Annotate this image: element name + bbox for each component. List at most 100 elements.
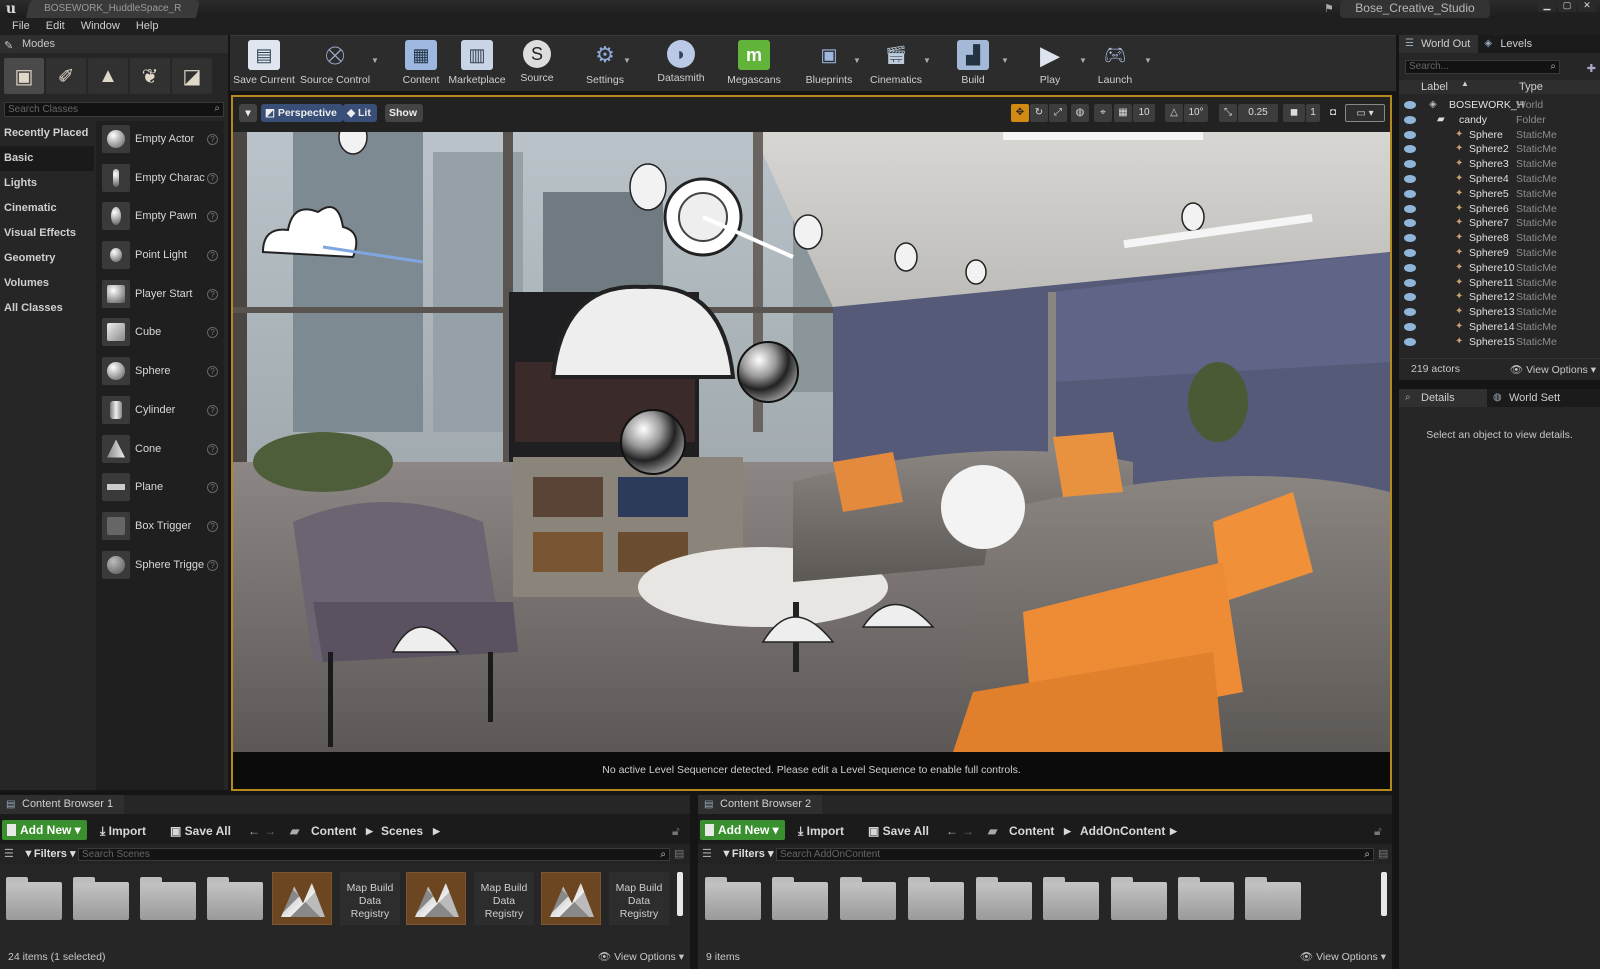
folder-item[interactable] [908,877,964,920]
category-basic[interactable]: Basic [0,146,94,171]
class-item-empty-character[interactable]: Empty Charac? [96,160,224,199]
visibility-eye-icon[interactable] [1404,145,1416,154]
chevron-down-icon[interactable]: ▼ [371,56,379,65]
tab-levels[interactable]: ◈ Levels [1478,35,1540,53]
maximize-button[interactable]: ▢ [1558,0,1576,12]
save-all-button[interactable]: ▣ Save All [868,824,929,838]
foliage-mode-icon[interactable]: ❦ [130,58,170,94]
outliner-row[interactable]: ✦ Sphere10 StaticMe [1399,262,1600,277]
datasmith-button[interactable]: ◗ Datasmith [652,38,710,90]
category-volumes[interactable]: Volumes [0,271,94,296]
map-build-data-registry-asset[interactable]: Map Build Data Registry [340,872,400,925]
path-content[interactable]: Content [1009,824,1054,838]
forward-arrow-icon[interactable]: → [264,824,276,838]
visibility-eye-icon[interactable] [1404,293,1416,302]
source-control-button[interactable]: ⛒ Source Control [300,38,370,90]
camera-speed-icon[interactable]: ◼ [1283,104,1305,122]
level-document-tab[interactable]: BOSEWORK_HuddleSpace_R [26,0,200,18]
outliner-row[interactable]: ✦ Sphere9 StaticMe [1399,247,1600,262]
level-viewport[interactable]: ▾ ◩ Perspective ◆ Lit Show ✥ ↻ ⤢ ◍ ⌖ ▦ 1… [231,95,1392,791]
class-item-sphere-trigger[interactable]: Sphere Trigge? [96,547,224,586]
maximize-viewport-icon[interactable]: ◘ [1326,104,1340,122]
content-browser-2-scrollbar[interactable] [1381,872,1387,916]
menu-file[interactable]: File [4,18,38,35]
chevron-down-icon[interactable]: ▼ [623,56,631,65]
tab-world-outliner[interactable]: ☰ World Out [1399,35,1479,53]
source-button[interactable]: S Source [516,38,558,90]
tab-content-browser-2[interactable]: ▤ Content Browser 2 [698,795,822,814]
import-button[interactable]: ⤓ Import [100,824,146,839]
folder-item[interactable] [1245,877,1301,920]
category-recently-placed[interactable]: Recently Placed [0,121,94,146]
visibility-eye-icon[interactable] [1404,234,1416,243]
outliner-row[interactable]: ✦ Sphere3 StaticMe [1399,158,1600,173]
outliner-row[interactable]: ▰ candy Folder [1399,114,1600,129]
layout-options-icon[interactable]: ▭ ▾ [1345,104,1385,122]
scale-snap-value[interactable]: 0.25 [1238,104,1278,122]
outliner-row[interactable]: ✦ Sphere5 StaticMe [1399,188,1600,203]
grid-snap-value[interactable]: 10 [1133,104,1155,122]
class-item-sphere[interactable]: Sphere? [96,353,224,392]
column-label[interactable]: Label [1421,81,1448,93]
scale-snap-icon[interactable]: ⤡ [1219,104,1237,122]
class-item-empty-pawn[interactable]: Empty Pawn? [96,198,224,237]
add-new-button[interactable]: Add New ▾ [700,820,785,840]
sources-toggle-icon[interactable]: ☰ [4,847,14,860]
help-icon[interactable]: ? [207,211,218,223]
perspective-button[interactable]: ◩ Perspective [261,104,343,122]
menu-help[interactable]: Help [128,18,167,35]
lock-icon[interactable]: 🔓︎ [1374,824,1382,839]
launch-button[interactable]: 🎮︎ Launch [1094,38,1136,90]
folder-item[interactable] [73,877,129,920]
folder-item[interactable] [705,877,761,920]
view-options-button[interactable]: 👁︎ View Options ▾ [598,945,684,969]
save-search-icon[interactable]: ▤ [1378,847,1388,860]
content-browser-1-scrollbar[interactable] [677,872,683,916]
paint-mode-icon[interactable]: ✐ [46,58,86,94]
marketplace-button[interactable]: ▥ Marketplace [448,38,506,90]
visibility-eye-icon[interactable] [1404,278,1416,287]
folder-item[interactable] [772,877,828,920]
lock-icon[interactable]: 🔓︎ [672,824,680,839]
content-button[interactable]: ▦ Content [400,38,442,90]
visibility-eye-icon[interactable] [1404,219,1416,228]
visibility-eye-icon[interactable] [1404,130,1416,139]
category-geometry[interactable]: Geometry [0,246,94,271]
minimize-button[interactable]: ▁ [1538,0,1556,12]
show-button[interactable]: Show [385,104,423,122]
tab-world-settings[interactable]: ◍ World Sett [1487,389,1568,407]
tab-content-browser-1[interactable]: ▤ Content Browser 1 [0,795,124,814]
help-icon[interactable]: ? [207,559,218,571]
outliner-row[interactable]: ✦ Sphere12 StaticMe [1399,291,1600,306]
visibility-eye-icon[interactable] [1404,337,1416,346]
visibility-eye-icon[interactable] [1404,174,1416,183]
blueprints-button[interactable]: ▣ Blueprints [802,38,856,90]
folder-item[interactable] [840,877,896,920]
visibility-eye-icon[interactable] [1404,308,1416,317]
rotation-snap-icon[interactable]: △ [1165,104,1183,122]
class-item-cone[interactable]: Cone? [96,431,224,470]
save-all-button[interactable]: ▣ Save All [170,824,231,838]
folder-item[interactable] [1178,877,1234,920]
outliner-search-input[interactable]: Search... ⌕ [1405,60,1560,74]
visibility-eye-icon[interactable] [1404,160,1416,169]
geometry-mode-icon[interactable]: ◪ [172,58,212,94]
help-icon[interactable]: ? [207,366,218,378]
build-button[interactable]: ▟ Build [954,38,992,90]
filters-button[interactable]: ▼Filters ▾ [721,847,773,860]
column-type[interactable]: Type [1519,81,1543,93]
chevron-down-icon[interactable]: ▼ [853,56,861,65]
outliner-row[interactable]: ✦ Sphere15 StaticMe [1399,336,1600,351]
save-search-icon[interactable]: ▤ [674,847,684,860]
landscape-mode-icon[interactable]: ▲ [88,58,128,94]
folder-item[interactable] [1111,877,1167,920]
folder-item[interactable] [6,877,62,920]
path-scenes[interactable]: Scenes [381,824,423,838]
menu-window[interactable]: Window [73,18,128,35]
visibility-eye-icon[interactable] [1404,322,1416,331]
outliner-row[interactable]: ✦ Sphere6 StaticMe [1399,203,1600,218]
search-scenes-input[interactable]: Search Scenes ⌕ [78,848,670,861]
class-item-cylinder[interactable]: Cylinder? [96,392,224,431]
class-item-empty-actor[interactable]: Empty Actor? [96,121,224,160]
visibility-eye-icon[interactable] [1404,101,1416,109]
